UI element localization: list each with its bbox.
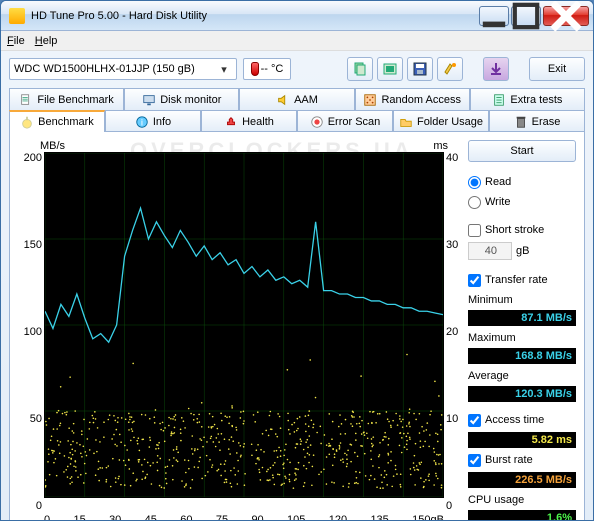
erase-icon bbox=[514, 115, 528, 129]
y-right-unit: ms bbox=[433, 140, 448, 152]
tab-extra-tests[interactable]: Extra tests bbox=[470, 88, 585, 110]
screenshot-button[interactable] bbox=[377, 57, 403, 81]
speaker-icon bbox=[276, 93, 290, 107]
tab-file-benchmark[interactable]: File Benchmark bbox=[9, 88, 124, 110]
tab-info[interactable]: iInfo bbox=[105, 110, 201, 132]
avg-label: Average bbox=[468, 370, 576, 382]
maximize-button[interactable] bbox=[511, 6, 541, 26]
temperature-value: -- °C bbox=[261, 63, 284, 75]
chevron-down-icon: ▾ bbox=[216, 63, 232, 76]
tab-health[interactable]: Health bbox=[201, 110, 297, 132]
x-axis: 0153045607590105120135150gB bbox=[44, 512, 444, 521]
side-panel: Start Read Write Short stroke gB Transfe… bbox=[468, 140, 576, 521]
min-label: Minimum bbox=[468, 294, 576, 306]
options-button[interactable] bbox=[437, 57, 463, 81]
y-left-unit: MB/s bbox=[40, 140, 65, 152]
menubar: File Help bbox=[1, 31, 593, 51]
benchmark-chart bbox=[44, 152, 444, 498]
short-stroke-check[interactable]: Short stroke bbox=[468, 222, 576, 238]
folder-icon bbox=[399, 115, 413, 129]
min-value: 87.1 MB/s bbox=[468, 310, 576, 326]
start-button[interactable]: Start bbox=[468, 140, 576, 162]
y-axis-left: 200150100500 bbox=[18, 152, 42, 512]
svg-text:i: i bbox=[141, 117, 143, 128]
max-value: 168.8 MB/s bbox=[468, 348, 576, 364]
extra-icon bbox=[492, 93, 506, 107]
tabs-row-2: BenchmarkiInfoHealthError ScanFolder Usa… bbox=[9, 109, 585, 131]
temperature-display: -- °C bbox=[243, 58, 291, 80]
close-button[interactable] bbox=[543, 6, 589, 26]
window-title: HD Tune Pro 5.00 - Hard Disk Utility bbox=[31, 10, 479, 22]
thermometer-icon bbox=[251, 62, 259, 76]
exit-button[interactable]: Exit bbox=[529, 57, 585, 81]
tab-random-access[interactable]: Random Access bbox=[355, 88, 470, 110]
short-stroke-value: gB bbox=[468, 242, 576, 260]
avg-value: 120.3 MB/s bbox=[468, 386, 576, 402]
menu-help[interactable]: Help bbox=[35, 35, 58, 47]
write-radio[interactable]: Write bbox=[468, 194, 576, 210]
read-radio[interactable]: Read bbox=[468, 174, 576, 190]
download-button[interactable] bbox=[483, 57, 509, 81]
bench-icon bbox=[20, 115, 34, 129]
save-button[interactable] bbox=[407, 57, 433, 81]
titlebar[interactable]: HD Tune Pro 5.00 - Hard Disk Utility bbox=[1, 1, 593, 31]
transfer-rate-check[interactable]: Transfer rate bbox=[468, 272, 576, 288]
error-icon bbox=[310, 115, 324, 129]
drive-select-value: WDC WD1500HLHX-01JJP (150 gB) bbox=[14, 63, 195, 75]
burst-rate-check[interactable]: Burst rate bbox=[468, 452, 576, 468]
tab-folder-usage[interactable]: Folder Usage bbox=[393, 110, 489, 132]
toolbar: WDC WD1500HLHX-01JJP (150 gB) ▾ -- °C Ex… bbox=[9, 57, 585, 81]
y-axis-right: 403020100 bbox=[446, 152, 464, 512]
tab-aam[interactable]: AAM bbox=[239, 88, 354, 110]
burst-value: 226.5 MB/s bbox=[468, 472, 576, 488]
tab-error-scan[interactable]: Error Scan bbox=[297, 110, 393, 132]
copy-info-button[interactable] bbox=[347, 57, 373, 81]
tab-disk-monitor[interactable]: Disk monitor bbox=[124, 88, 239, 110]
stroke-input bbox=[468, 242, 512, 260]
drive-select[interactable]: WDC WD1500HLHX-01JJP (150 gB) ▾ bbox=[9, 58, 237, 80]
menu-file[interactable]: File bbox=[7, 35, 25, 47]
tab-panel-benchmark: OVERCLOCKERS.UA MB/s ms 200150100500 403… bbox=[9, 131, 585, 521]
tab-benchmark[interactable]: Benchmark bbox=[9, 110, 105, 132]
app-window: HD Tune Pro 5.00 - Hard Disk Utility Fil… bbox=[0, 0, 594, 521]
chart-area: MB/s ms 200150100500 403020100 015304560… bbox=[18, 140, 462, 521]
health-icon bbox=[224, 115, 238, 129]
access-value: 5.82 ms bbox=[468, 432, 576, 448]
content-area: WDC WD1500HLHX-01JJP (150 gB) ▾ -- °C Ex… bbox=[1, 51, 593, 520]
random-icon bbox=[363, 93, 377, 107]
file-bench-icon bbox=[19, 93, 33, 107]
minimize-button[interactable] bbox=[479, 6, 509, 26]
app-icon bbox=[9, 8, 25, 24]
cpu-value: 1.6% bbox=[468, 510, 576, 521]
access-time-check[interactable]: Access time bbox=[468, 412, 576, 428]
tab-erase[interactable]: Erase bbox=[489, 110, 585, 132]
max-label: Maximum bbox=[468, 332, 576, 344]
info-icon: i bbox=[135, 115, 149, 129]
monitor-icon bbox=[142, 93, 156, 107]
cpu-label: CPU usage bbox=[468, 494, 576, 506]
tabs-row-1: File BenchmarkDisk monitorAAMRandom Acce… bbox=[9, 87, 585, 109]
